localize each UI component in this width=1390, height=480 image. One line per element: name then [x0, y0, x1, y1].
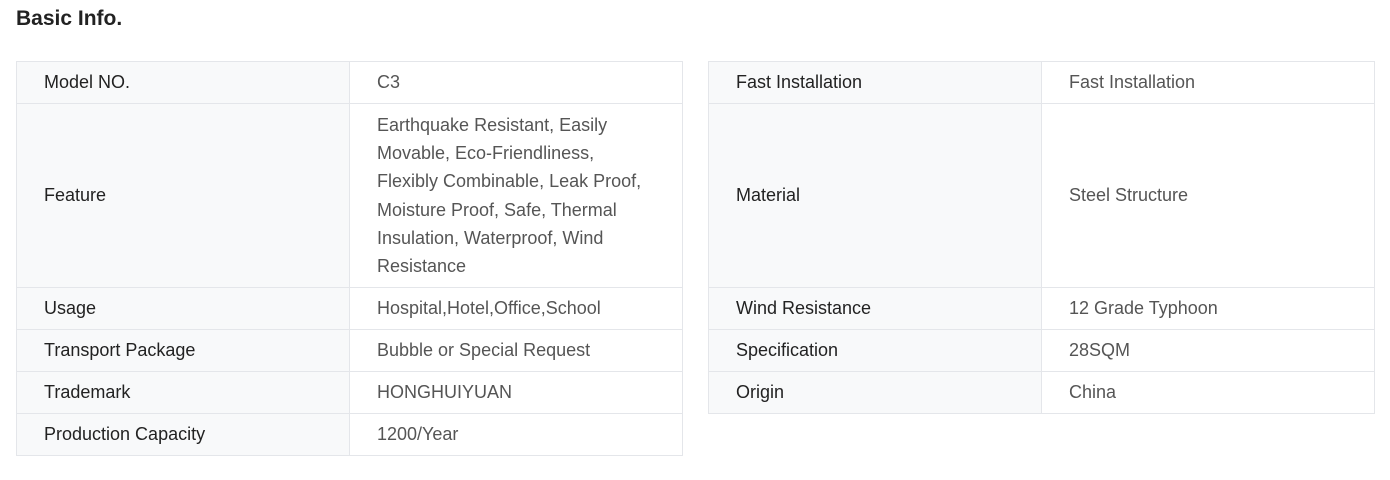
table-row: Model NO. C3 [16, 61, 683, 104]
table-row: Feature Earthquake Resistant, Easily Mov… [16, 103, 683, 288]
table-row: Material Steel Structure [708, 103, 1375, 288]
spec-value: C3 [349, 61, 683, 104]
spec-key: Origin [708, 371, 1042, 414]
spec-value: 1200/Year [349, 413, 683, 456]
table-row: Origin China [708, 371, 1375, 414]
table-row: Production Capacity 1200/Year [16, 413, 683, 456]
table-row: Fast Installation Fast Installation [708, 61, 1375, 104]
table-row: Specification 28SQM [708, 329, 1375, 372]
spec-value: Steel Structure [1041, 103, 1375, 288]
spec-key: Fast Installation [708, 61, 1042, 104]
spec-key: Material [708, 103, 1042, 288]
table-row: Transport Package Bubble or Special Requ… [16, 329, 683, 372]
basic-info-section: Basic Info. Model NO. C3 Feature Earthqu… [0, 0, 1390, 480]
spec-value: 12 Grade Typhoon [1041, 287, 1375, 330]
table-row: Usage Hospital,Hotel,Office,School [16, 287, 683, 330]
spec-key: Trademark [16, 371, 350, 414]
spec-value: Hospital,Hotel,Office,School [349, 287, 683, 330]
spec-value: HONGHUIYUAN [349, 371, 683, 414]
spec-key: Specification [708, 329, 1042, 372]
table-row: Trademark HONGHUIYUAN [16, 371, 683, 414]
table-row: Wind Resistance 12 Grade Typhoon [708, 287, 1375, 330]
section-title: Basic Info. [16, 7, 123, 30]
spec-table-left: Model NO. C3 Feature Earthquake Resistan… [16, 61, 683, 456]
spec-key: Production Capacity [16, 413, 350, 456]
spec-key: Transport Package [16, 329, 350, 372]
spec-value: Earthquake Resistant, Easily Movable, Ec… [349, 103, 683, 288]
spec-key: Wind Resistance [708, 287, 1042, 330]
spec-key: Model NO. [16, 61, 350, 104]
spec-table-right: Fast Installation Fast Installation Mate… [708, 61, 1375, 414]
spec-value: China [1041, 371, 1375, 414]
spec-key: Feature [16, 103, 350, 288]
spec-value: 28SQM [1041, 329, 1375, 372]
spec-value: Fast Installation [1041, 61, 1375, 104]
spec-value: Bubble or Special Request [349, 329, 683, 372]
spec-key: Usage [16, 287, 350, 330]
